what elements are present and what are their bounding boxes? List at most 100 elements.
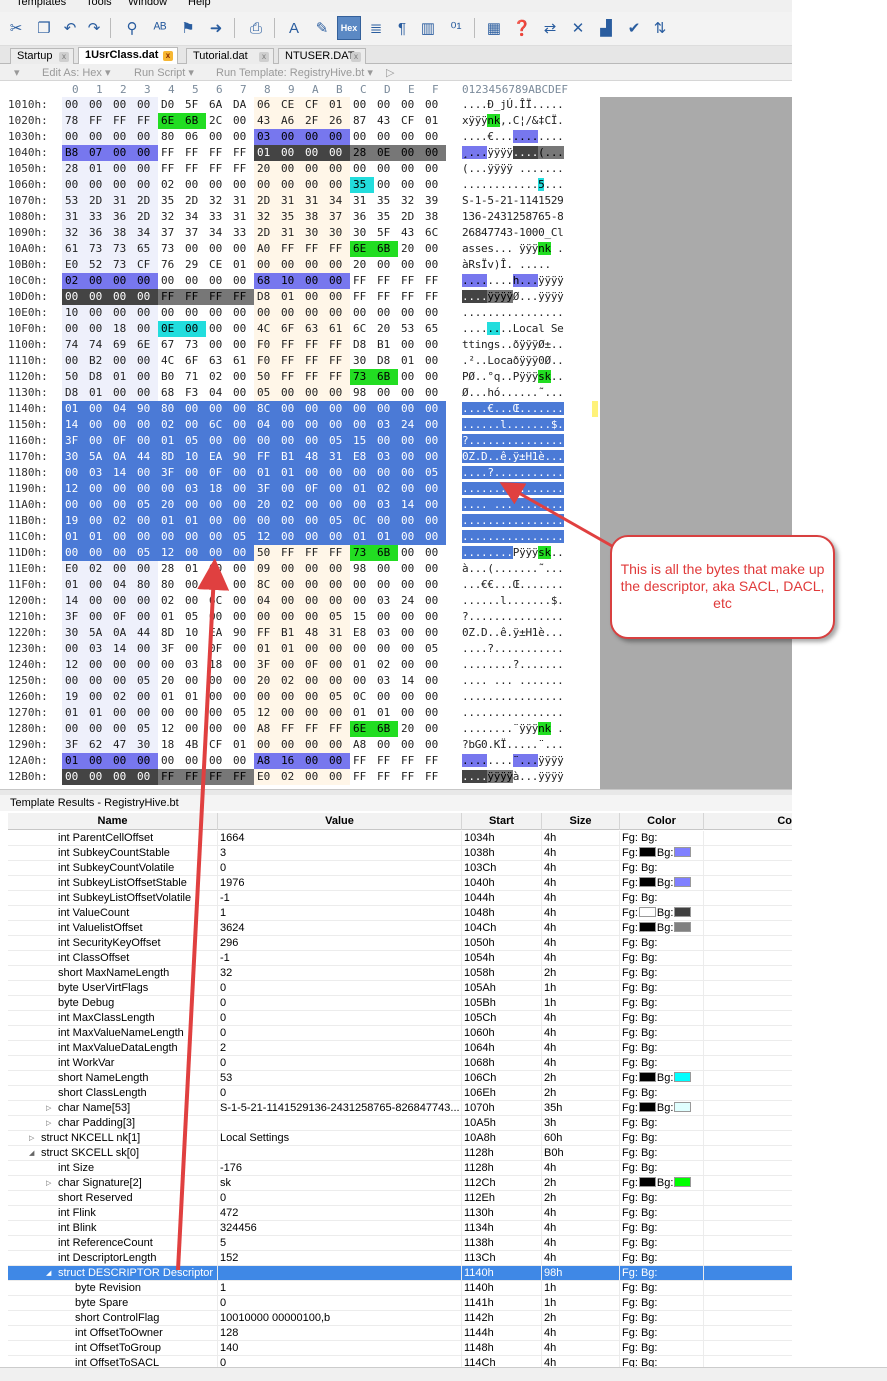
hex-byte[interactable]: 29 [182, 257, 206, 273]
hex-row-ascii[interactable]: .²..Locaðÿÿÿ0Ø.. [462, 353, 592, 369]
hex-byte[interactable]: 00 [206, 529, 230, 545]
template-row[interactable]: int SubkeyListOffsetStable 1976 1040h 4h Fg:… [8, 876, 792, 891]
ascii-char[interactable]: . [506, 402, 513, 415]
hex-byte[interactable]: 03 [374, 625, 398, 641]
hex-byte[interactable]: 03 [374, 673, 398, 689]
hex-byte[interactable]: 00 [302, 273, 326, 289]
hex-byte[interactable]: FF [302, 721, 326, 737]
ascii-char[interactable]: . [557, 306, 564, 319]
hex-byte[interactable]: 00 [326, 497, 350, 513]
hex-byte[interactable]: 00 [350, 129, 374, 145]
ascii-char[interactable]: . [557, 338, 564, 351]
hex-byte[interactable]: 68 [254, 273, 278, 289]
hex-byte[interactable]: 00 [374, 401, 398, 417]
copy-icon[interactable]: ❐ [32, 16, 56, 40]
ascii-char[interactable]: € [487, 402, 494, 415]
ascii-char[interactable]: . [557, 626, 564, 639]
hex-byte[interactable]: FF [350, 273, 374, 289]
run-template-dropdown[interactable]: Run Template: RegistryHive.bt ▾ [216, 66, 373, 79]
hex-row[interactable]: E0 02 00 00 28 01 00 00 09 00 00 00 98 00 00 00 [62, 561, 448, 577]
hex-byte[interactable]: 01 [182, 513, 206, 529]
ascii-char[interactable]: . [487, 530, 494, 543]
ascii-char[interactable]: . [525, 514, 532, 527]
template-row[interactable]: int OffsetToGroup 140 1148h 4h Fg: Bg: [8, 1341, 792, 1356]
hex-byte[interactable]: 00 [182, 273, 206, 289]
hex-row-ascii[interactable]: ....€........... [462, 129, 592, 145]
hex-byte[interactable]: 73 [182, 337, 206, 353]
hex-byte[interactable]: 00 [278, 481, 302, 497]
hex-byte[interactable]: 2D [134, 209, 158, 225]
hex-byte[interactable]: 01 [254, 465, 278, 481]
template-row[interactable]: byte UserVirtFlags 0 105Ah 1h Fg: Bg: [8, 981, 792, 996]
hex-byte[interactable]: 50 [62, 369, 86, 385]
hex-row-ascii[interactable]: ?bG0.KÏ.....¨... [462, 737, 592, 753]
hex-row[interactable]: 01 00 04 80 80 00 00 00 8C 00 00 00 00 00 00 00 [62, 577, 448, 593]
hex-byte[interactable]: 00 [182, 417, 206, 433]
ascii-char[interactable]: n [487, 114, 494, 127]
hex-byte[interactable]: 02 [374, 481, 398, 497]
hex-byte[interactable]: 62 [86, 737, 110, 753]
hex-byte[interactable]: 00 [110, 529, 134, 545]
hex-byte[interactable]: FF [302, 353, 326, 369]
run-script-dropdown[interactable]: Run Script ▾ [134, 66, 194, 79]
hex-byte[interactable]: 00 [422, 737, 446, 753]
ascii-char[interactable]: . [557, 578, 564, 591]
hex-byte[interactable]: 00 [302, 385, 326, 401]
hex-byte[interactable]: 10 [182, 625, 206, 641]
ascii-char[interactable]: . [487, 418, 494, 431]
hex-byte[interactable]: 53 [398, 321, 422, 337]
hex-row[interactable]: 28 01 00 00 FF FF FF FF 20 00 00 00 00 00 00 00 [62, 161, 448, 177]
hex-byte[interactable]: 00 [230, 337, 254, 353]
hex-byte[interactable]: EA [206, 449, 230, 465]
hex-byte[interactable]: 15 [350, 609, 374, 625]
hex-byte[interactable]: 00 [422, 721, 446, 737]
ascii-char[interactable]: . [525, 482, 532, 495]
hex-byte[interactable]: 04 [254, 417, 278, 433]
hex-byte[interactable]: 00 [134, 657, 158, 673]
ascii-char[interactable]: . [468, 290, 475, 303]
hex-byte[interactable]: 00 [254, 689, 278, 705]
hex-byte[interactable]: 43 [254, 113, 278, 129]
calculator-icon[interactable]: ▦ [482, 16, 506, 40]
hex-byte[interactable]: 90 [230, 449, 254, 465]
column-start[interactable]: Start [462, 813, 542, 830]
hex-byte[interactable]: FF [254, 625, 278, 641]
hex-byte[interactable]: 00 [278, 561, 302, 577]
hex-byte[interactable]: FF [182, 769, 206, 785]
hex-byte[interactable]: 19 [62, 513, 86, 529]
ascii-char[interactable]: . [506, 130, 513, 143]
hex-byte[interactable]: 00 [302, 161, 326, 177]
hex-byte[interactable]: 35 [278, 209, 302, 225]
hex-byte[interactable]: 00 [134, 97, 158, 113]
column-size[interactable]: Size [542, 813, 620, 830]
ascii-char[interactable]: . [544, 482, 551, 495]
hex-byte[interactable]: 00 [398, 625, 422, 641]
hex-row[interactable]: 00 03 14 00 3F 00 0F 00 01 01 00 00 00 00 00 05 [62, 641, 448, 657]
hex-byte[interactable]: 00 [134, 273, 158, 289]
hex-row-ascii[interactable]: ........?....... [462, 657, 592, 673]
hex-byte[interactable]: 00 [110, 497, 134, 513]
hex-byte[interactable]: 00 [182, 705, 206, 721]
hex-byte[interactable]: FF [182, 161, 206, 177]
hex-byte[interactable]: 00 [302, 129, 326, 145]
template-row[interactable]: int MaxValueNameLength 0 1060h 4h Fg: Bg: [8, 1026, 792, 1041]
hex-byte[interactable]: 00 [302, 401, 326, 417]
hex-byte[interactable]: 00 [326, 161, 350, 177]
hex-byte[interactable]: 00 [134, 145, 158, 161]
hex-byte[interactable]: 00 [62, 177, 86, 193]
hex-byte[interactable]: 65 [422, 321, 446, 337]
hex-byte[interactable]: FF [326, 721, 350, 737]
hex-byte[interactable]: 00 [398, 145, 422, 161]
hex-byte[interactable]: FF [158, 289, 182, 305]
hex-byte[interactable]: 02 [278, 497, 302, 513]
hex-byte[interactable]: 00 [326, 289, 350, 305]
hex-row[interactable]: B8 07 00 00 FF FF FF FF 01 00 00 00 28 0E 00 00 [62, 145, 448, 161]
hex-byte[interactable]: 00 [302, 609, 326, 625]
hex-byte[interactable]: 02 [86, 561, 110, 577]
hex-byte[interactable]: 05 [230, 529, 254, 545]
ascii-char[interactable]: . [487, 434, 494, 447]
hex-byte[interactable]: 00 [110, 593, 134, 609]
hex-byte[interactable]: 31 [302, 193, 326, 209]
hex-byte[interactable]: FF [326, 337, 350, 353]
hex-byte[interactable]: 01 [62, 705, 86, 721]
